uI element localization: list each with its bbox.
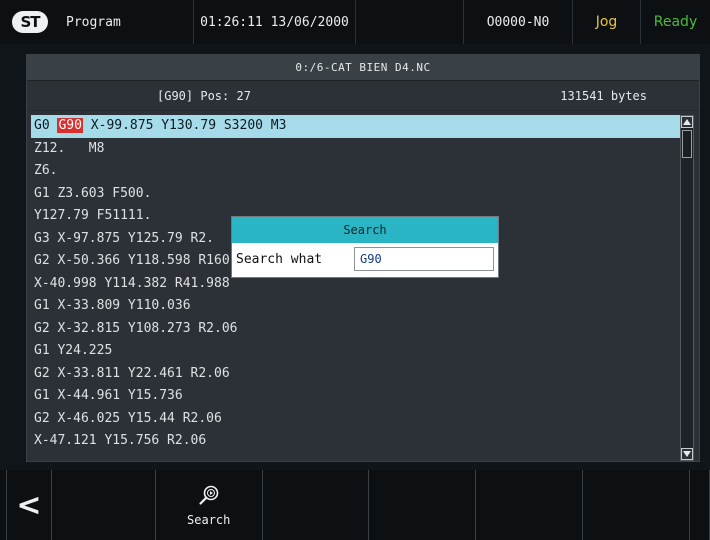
search-dialog-title: Search xyxy=(232,217,498,243)
jog-mode-indicator: Jog xyxy=(573,0,641,44)
search-input[interactable] xyxy=(354,247,494,271)
softkey-empty[interactable] xyxy=(263,470,370,540)
softkey-empty[interactable] xyxy=(52,470,156,540)
ready-status: Ready xyxy=(653,14,698,30)
softkey-bar: < Search xyxy=(0,470,710,540)
vertical-scrollbar[interactable] xyxy=(680,115,694,461)
softkey-empty[interactable] xyxy=(476,470,584,540)
softkey-empty[interactable] xyxy=(369,470,477,540)
logo-badge: ST xyxy=(12,11,48,33)
softkey-empty[interactable] xyxy=(690,470,710,540)
code-line[interactable]: G2 X-32.815 Y108.273 R2.06 xyxy=(31,318,683,341)
code-editor[interactable]: G0 G90 X-99.875 Y130.79 S3200 M3 Z12. M8… xyxy=(31,115,683,461)
code-line[interactable]: X-47.121 Y15.756 R2.06 xyxy=(31,430,683,453)
search-dialog-body: Search what xyxy=(232,243,498,277)
program-number: O0000-N0 xyxy=(464,0,573,44)
file-size: 131541 bytes xyxy=(560,89,647,103)
scroll-down-icon[interactable] xyxy=(681,448,693,460)
search-what-label: Search what xyxy=(236,252,323,267)
position-info: [G90] Pos: 27 xyxy=(157,89,251,103)
code-line[interactable]: Z6. xyxy=(31,160,683,183)
softkey-empty[interactable] xyxy=(583,470,691,540)
back-button[interactable]: < xyxy=(6,470,52,540)
datetime-display: 01:26:11 13/06/2000 xyxy=(194,0,356,44)
file-info-bar: [G90] Pos: 27 131541 bytes xyxy=(27,81,699,111)
code-line[interactable]: G1 X-44.961 Y15.736 xyxy=(31,385,683,408)
mode-label: Program xyxy=(62,0,194,44)
code-text-before: G0 xyxy=(34,118,58,133)
scrollbar-thumb[interactable] xyxy=(682,130,692,158)
search-match-highlight: G90 xyxy=(57,118,83,133)
search-softkey[interactable]: Search xyxy=(156,470,263,540)
code-line[interactable]: G2 X-46.025 Y15.44 R2.06 xyxy=(31,408,683,431)
code-line[interactable]: Z12. M8 xyxy=(31,138,683,161)
code-line[interactable]: G2 X-33.811 Y22.461 R2.06 xyxy=(31,363,683,386)
search-dialog: Search Search what xyxy=(231,216,499,278)
code-line[interactable]: G1 Z3.603 F500. xyxy=(31,183,683,206)
scroll-up-icon[interactable] xyxy=(681,116,693,128)
status-empty-cell xyxy=(356,0,464,44)
status-bar: ST Program 01:26:11 13/06/2000 O0000-N0 … xyxy=(0,0,710,44)
search-icon xyxy=(198,484,220,509)
search-softkey-label: Search xyxy=(187,512,231,527)
code-text-after: X-99.875 Y130.79 S3200 M3 xyxy=(82,118,287,133)
code-line[interactable]: G1 X-33.809 Y110.036 xyxy=(31,295,683,318)
code-line[interactable]: G1 Y24.225 xyxy=(31,340,683,363)
code-line-selected[interactable]: G0 G90 X-99.875 Y130.79 S3200 M3 xyxy=(31,115,683,138)
back-arrow-icon: < xyxy=(16,487,42,523)
file-path: 0:/6-CAT BIEN D4.NC xyxy=(27,55,699,81)
logo: ST xyxy=(0,0,62,44)
